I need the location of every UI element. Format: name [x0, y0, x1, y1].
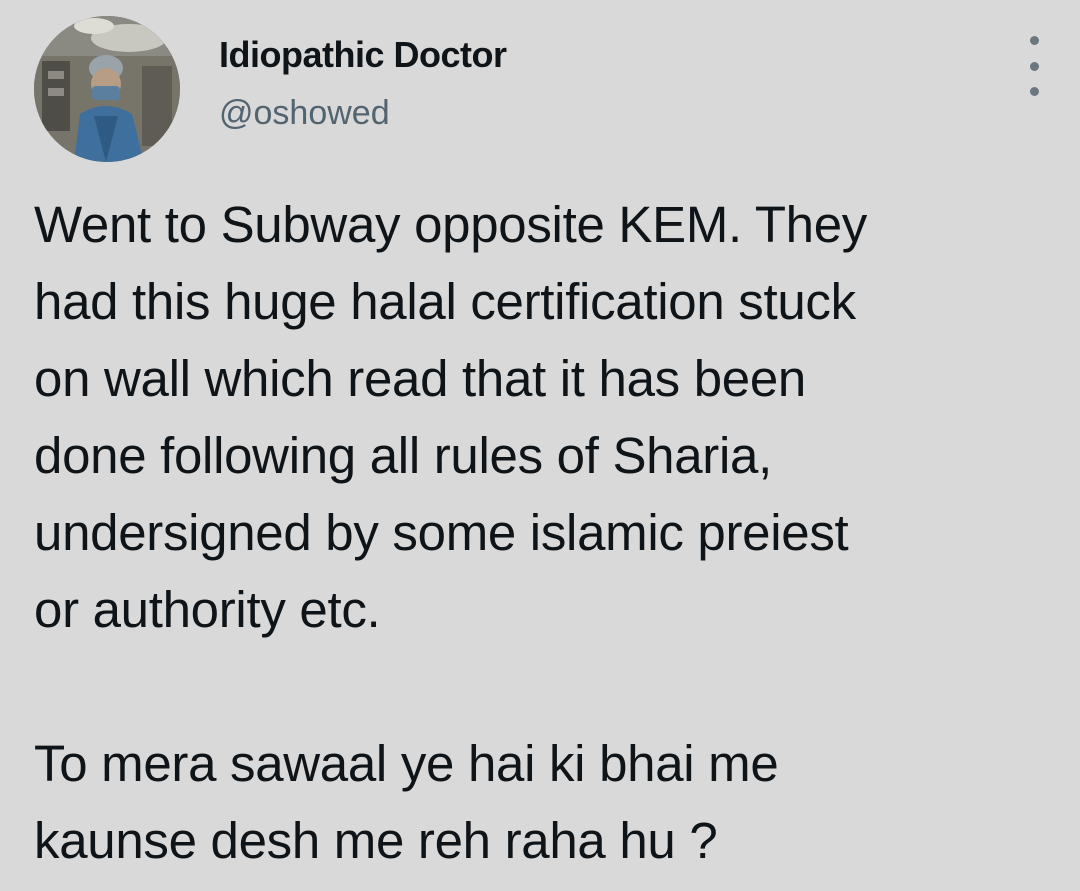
tweet-line: Went to Subway opposite KEM. They — [34, 196, 867, 253]
more-options-icon[interactable] — [1022, 36, 1046, 96]
tweet-line: To mera sawaal ye hai ki bhai me — [34, 735, 779, 792]
tweet-header: Idiopathic Doctor @oshowed — [34, 16, 1046, 166]
more-dot — [1029, 61, 1039, 71]
tweet-paragraph: To mera sawaal ye hai ki bhai me kaunse … — [34, 725, 1064, 879]
tweet-line: or authority etc. — [34, 581, 381, 638]
tweet-line: kaunse desh me reh raha hu ? — [34, 812, 718, 869]
tweet: Idiopathic Doctor @oshowed Went to Subwa… — [0, 0, 1080, 891]
tweet-line: had this huge halal certification stuck — [34, 273, 856, 330]
more-dot — [1029, 87, 1039, 96]
avatar-photo — [34, 16, 180, 162]
tweet-paragraph: Went to Subway opposite KEM. They had th… — [34, 186, 1064, 648]
tweet-line: on wall which read that it has been — [34, 350, 806, 407]
author-handle[interactable]: @oshowed — [219, 94, 390, 133]
more-dot — [1029, 36, 1039, 45]
avatar[interactable] — [34, 16, 180, 162]
tweet-text: Went to Subway opposite KEM. They had th… — [34, 186, 1064, 879]
tweet-line: done following all rules of Sharia, — [34, 427, 772, 484]
tweet-line: undersigned by some islamic preiest — [34, 504, 849, 561]
author-name[interactable]: Idiopathic Doctor — [219, 34, 507, 76]
